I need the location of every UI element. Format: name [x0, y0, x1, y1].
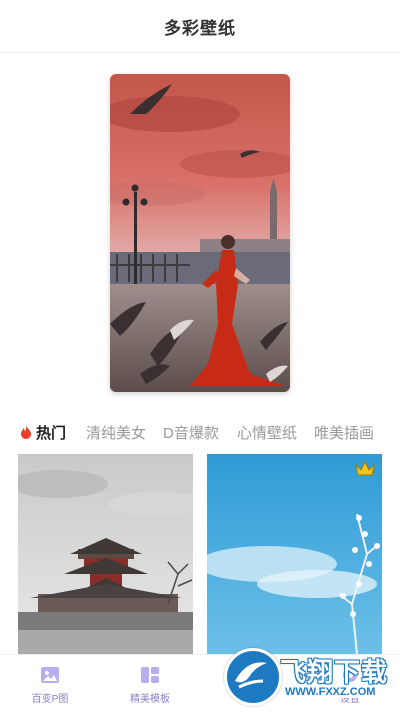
page-title: 多彩壁纸	[164, 18, 236, 38]
template-icon	[141, 667, 159, 683]
watermark-logo	[224, 648, 282, 706]
tab-mood-wallpaper[interactable]: 心情壁纸	[237, 422, 297, 443]
wallpaper-thumbnail	[18, 454, 193, 654]
tab-hot-label: 热门	[36, 425, 67, 442]
top-bar: 多彩壁纸	[0, 0, 400, 53]
fire-icon	[21, 425, 31, 439]
watermark-title: 飞翔下载	[280, 657, 389, 687]
tab-d-music-hits[interactable]: D音爆款	[163, 422, 219, 443]
tab-aesthetic-illustration[interactable]: 唯美插画	[314, 422, 374, 443]
tab-pure-beauty[interactable]: 清纯美女	[86, 422, 146, 443]
featured-wallpaper[interactable]	[110, 74, 290, 392]
tab-hot[interactable]: 热门	[20, 422, 66, 443]
nav-label: 百变P图	[31, 694, 69, 705]
image-icon	[41, 667, 59, 683]
featured-wallpaper-image	[110, 74, 290, 392]
watermark-url: WWW.FXXZ.COM	[282, 686, 379, 698]
category-tabs: 热门 清纯美女 D音爆款 心情壁纸 唯美插画	[0, 418, 400, 448]
nav-label: 精美模板	[130, 694, 170, 705]
site-watermark: 飞翔下载 WWW.FXXZ.COM	[224, 648, 394, 708]
wallpaper-thumbnail	[207, 454, 382, 654]
wallpaper-card[interactable]	[207, 454, 382, 654]
wallpaper-card[interactable]	[18, 454, 193, 654]
nav-item-photo-edit[interactable]: 百变P图	[0, 665, 100, 707]
crown-icon	[355, 460, 375, 476]
nav-item-templates[interactable]: 精美模板	[100, 665, 200, 707]
